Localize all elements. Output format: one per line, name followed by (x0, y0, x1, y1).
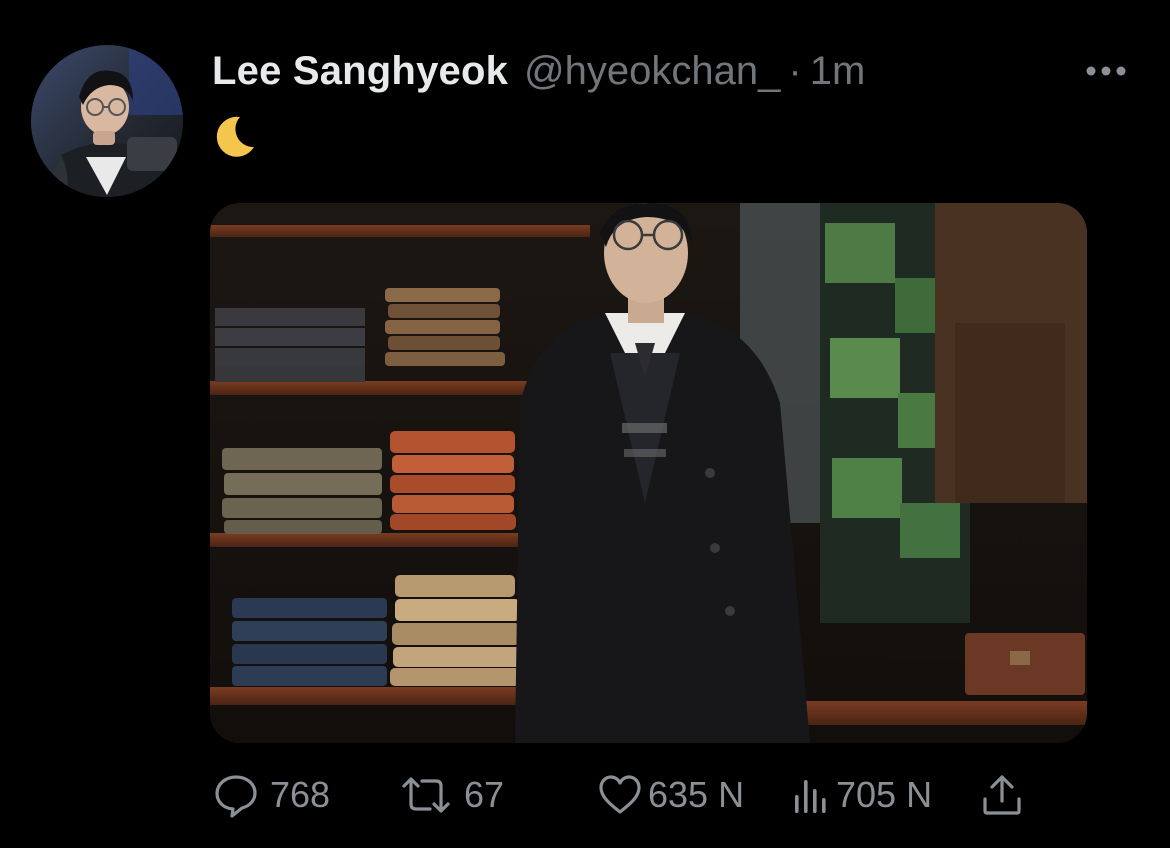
retweet-icon (402, 777, 450, 813)
retweet-button[interactable]: 67 (398, 770, 504, 820)
heart-icon (599, 775, 641, 814)
timestamp[interactable]: 1m (810, 49, 866, 94)
like-button[interactable]: 635 N (596, 770, 744, 820)
views-count: 705 N (836, 774, 933, 815)
user-handle[interactable]: @hyeokchan_ (524, 49, 780, 94)
avatar[interactable] (31, 45, 183, 197)
separator-dot: · (788, 48, 802, 93)
reply-icon (215, 775, 257, 818)
share-icon (983, 775, 1021, 815)
reply-button[interactable]: 768 (212, 770, 330, 820)
views-button[interactable]: 705 N (792, 770, 932, 820)
like-count: 635 N (648, 774, 745, 815)
action-bar: 768 67 635 N 705 N (212, 770, 1042, 820)
views-icon (795, 780, 826, 813)
media-photo (210, 203, 1087, 743)
tweet-media[interactable] (210, 203, 1087, 743)
reply-count: 768 (270, 774, 331, 815)
display-name[interactable]: Lee Sanghyeok (212, 49, 508, 94)
avatar-image (31, 45, 183, 197)
moon-emoji (216, 116, 254, 157)
tweet-header: Lee Sanghyeok @hyeokchan_ · 1m (212, 46, 865, 96)
retweet-count: 67 (464, 774, 505, 815)
tweet-text (210, 113, 258, 161)
more-icon[interactable] (1084, 58, 1128, 84)
share-button[interactable] (980, 770, 1024, 820)
